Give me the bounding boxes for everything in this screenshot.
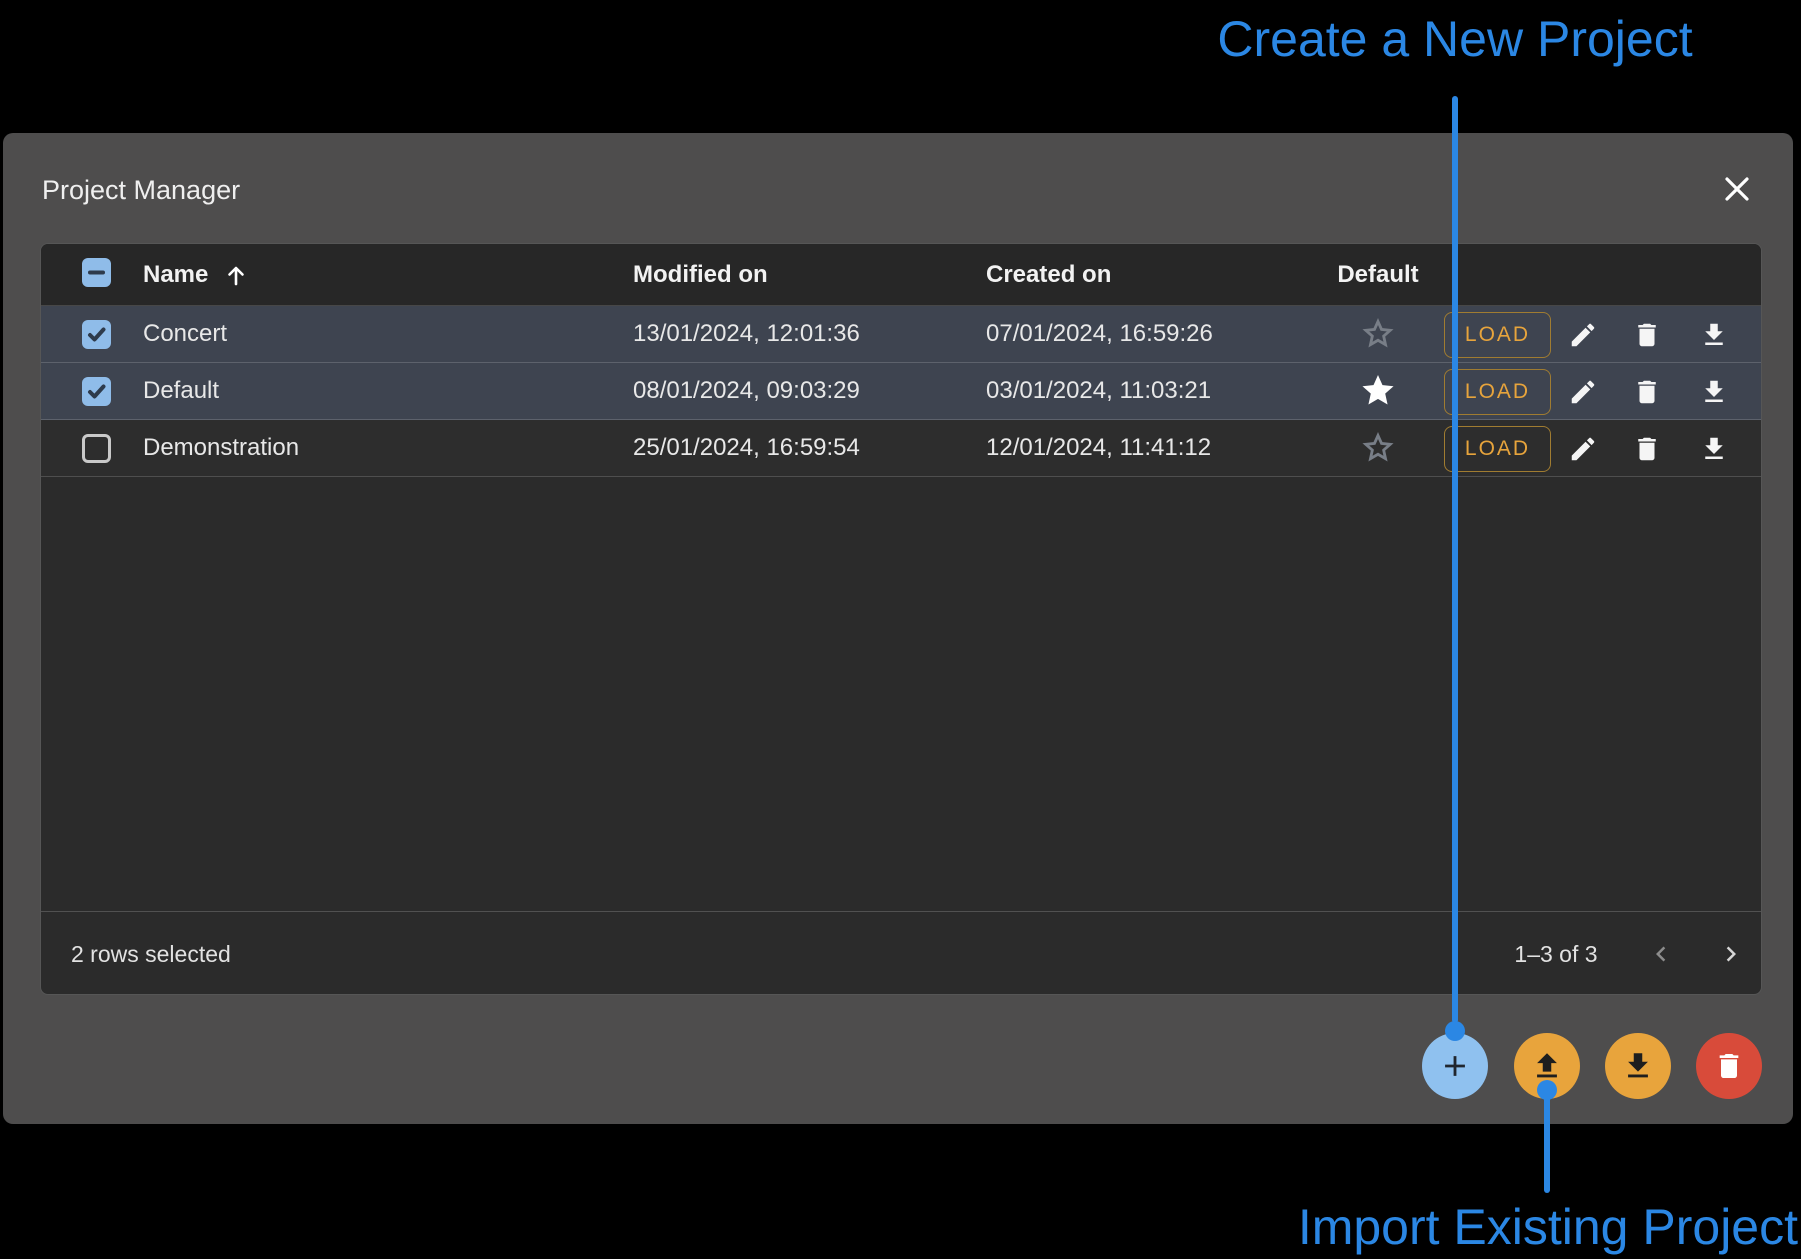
download-icon[interactable]: [1697, 432, 1731, 466]
star-icon: [1361, 374, 1395, 408]
column-header-created[interactable]: Created on: [986, 244, 1111, 306]
download-icon: [1621, 1049, 1655, 1083]
create-annotation-line: [1452, 96, 1458, 1023]
download-icon[interactable]: [1697, 318, 1731, 352]
created-on-cell: 12/01/2024, 11:41:12: [986, 420, 1211, 476]
projects-table: Name Modified on Created on Default Conc…: [40, 243, 1762, 995]
star-icon: [1361, 431, 1395, 465]
edit-icon[interactable]: [1566, 375, 1600, 409]
default-star-button[interactable]: [1308, 306, 1448, 362]
selected-rows-count: 2 rows selected: [71, 912, 231, 995]
table-body: Concert 13/01/2024, 12:01:36 07/01/2024,…: [41, 306, 1761, 477]
delete-icon[interactable]: [1630, 375, 1664, 409]
sort-ascending-arrow-icon: [224, 263, 248, 287]
column-header-default[interactable]: Default: [1308, 244, 1448, 306]
close-icon[interactable]: [1719, 171, 1755, 207]
default-star-button[interactable]: [1308, 363, 1448, 419]
select-all-checkbox[interactable]: [68, 244, 124, 300]
table-row[interactable]: Concert 13/01/2024, 12:01:36 07/01/2024,…: [41, 306, 1761, 363]
create-project-button[interactable]: [1422, 1033, 1488, 1099]
create-project-annotation: Create a New Project: [955, 10, 1801, 68]
download-icon[interactable]: [1697, 375, 1731, 409]
row-checkbox[interactable]: [68, 306, 124, 362]
table-footer: 2 rows selected 1–3 of 3: [41, 911, 1761, 995]
load-button[interactable]: LOAD: [1444, 312, 1551, 358]
column-header-name-label: Name: [143, 261, 208, 289]
export-project-button[interactable]: [1605, 1033, 1671, 1099]
indeterminate-checkbox-icon: [82, 258, 111, 287]
trash-icon: [1713, 1050, 1745, 1082]
plus-icon: [1438, 1049, 1472, 1083]
default-star-button[interactable]: [1308, 420, 1448, 476]
project-manager-dialog: Project Manager Name: [3, 133, 1793, 1124]
row-checkbox[interactable]: [68, 420, 124, 476]
load-button[interactable]: LOAD: [1444, 426, 1551, 472]
import-annotation-dot: [1537, 1080, 1557, 1100]
modified-on-cell: 25/01/2024, 16:59:54: [633, 420, 860, 476]
edit-icon[interactable]: [1566, 432, 1600, 466]
modified-on-cell: 13/01/2024, 12:01:36: [633, 306, 860, 362]
checkbox-icon: [82, 434, 111, 463]
column-header-name[interactable]: Name: [143, 244, 248, 306]
checkbox-icon: [82, 320, 111, 349]
column-header-modified[interactable]: Modified on: [633, 244, 768, 306]
table-header-row: Name Modified on Created on Default: [41, 244, 1761, 306]
project-name-cell: Concert: [143, 306, 227, 362]
edit-icon[interactable]: [1566, 318, 1600, 352]
import-annotation-line: [1544, 1090, 1550, 1193]
project-name-cell: Default: [143, 363, 219, 419]
previous-page-icon[interactable]: [1641, 934, 1681, 974]
table-row[interactable]: Demonstration 25/01/2024, 16:59:54 12/01…: [41, 420, 1761, 477]
created-on-cell: 03/01/2024, 11:03:21: [986, 363, 1211, 419]
row-checkbox[interactable]: [68, 363, 124, 419]
delete-icon[interactable]: [1630, 318, 1664, 352]
dialog-title: Project Manager: [42, 175, 240, 206]
upload-icon: [1530, 1049, 1564, 1083]
delete-icon[interactable]: [1630, 432, 1664, 466]
star-icon: [1361, 317, 1395, 351]
import-project-annotation: Import Existing Project: [1298, 1198, 1798, 1256]
create-annotation-dot: [1445, 1021, 1465, 1041]
modified-on-cell: 08/01/2024, 09:03:29: [633, 363, 860, 419]
pagination-range: 1–3 of 3: [1461, 912, 1651, 995]
table-row[interactable]: Default 08/01/2024, 09:03:29 03/01/2024,…: [41, 363, 1761, 420]
next-page-icon[interactable]: [1711, 934, 1751, 974]
created-on-cell: 07/01/2024, 16:59:26: [986, 306, 1213, 362]
checkbox-icon: [82, 377, 111, 406]
load-button[interactable]: LOAD: [1444, 369, 1551, 415]
delete-projects-button[interactable]: [1696, 1033, 1762, 1099]
project-name-cell: Demonstration: [143, 420, 299, 476]
